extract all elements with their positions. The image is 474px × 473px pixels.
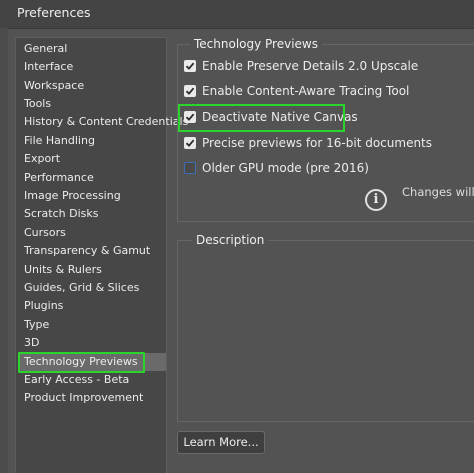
info-icon: i (365, 189, 387, 211)
description-heading: Description (192, 233, 269, 247)
sidebar-item-interface[interactable]: Interface (18, 58, 166, 76)
checkbox-unchecked-icon[interactable] (184, 162, 196, 174)
description-group (177, 240, 474, 422)
window-title: Preferences (17, 5, 91, 20)
sidebar-item-3d[interactable]: 3D (18, 334, 166, 352)
checkbox-checked-icon[interactable] (184, 60, 196, 72)
sidebar-item-scratch-disks[interactable]: Scratch Disks (18, 205, 166, 223)
sidebar-item-cursors[interactable]: Cursors (18, 224, 166, 242)
sidebar-item-early-access[interactable]: Early Access - Beta (18, 371, 166, 389)
sidebar-item-technology-previews[interactable]: Technology Previews (18, 352, 166, 373)
sidebar-item-plugins[interactable]: Plugins (18, 297, 166, 315)
sidebar-item-export[interactable]: Export (18, 150, 166, 168)
checkbox-checked-icon[interactable] (184, 85, 196, 97)
sidebar-item-guides[interactable]: Guides, Grid & Slices (18, 279, 166, 297)
sidebar-item-units-rulers[interactable]: Units & Rulers (18, 261, 166, 279)
learn-more-button[interactable]: Learn More... (177, 431, 265, 454)
sidebar-item-transparency[interactable]: Transparency & Gamut (18, 242, 166, 260)
preferences-sidebar: General Interface Workspace Tools Histor… (15, 37, 188, 473)
sidebar-item-image-processing[interactable]: Image Processing (18, 187, 166, 205)
sidebar-item-workspace[interactable]: Workspace (18, 77, 166, 95)
sidebar-item-tools[interactable]: Tools (18, 95, 166, 113)
info-text: Changes will t (402, 185, 474, 199)
title-bar: Preferences (0, 0, 474, 29)
checkbox-checked-icon[interactable] (184, 137, 196, 149)
highlight-box (18, 352, 145, 373)
sidebar-item-history[interactable]: History & Content Credentials (18, 113, 188, 131)
sidebar-item-performance[interactable]: Performance (18, 169, 166, 187)
sidebar-item-general[interactable]: General (18, 40, 166, 58)
technology-previews-heading: Technology Previews (190, 37, 322, 51)
sidebar-item-product-improvement[interactable]: Product Improvement (18, 389, 166, 407)
sidebar-item-type[interactable]: Type (18, 316, 166, 334)
sidebar-item-file-handling[interactable]: File Handling (18, 132, 166, 150)
window-frame (0, 28, 8, 473)
highlight-box (178, 104, 345, 132)
